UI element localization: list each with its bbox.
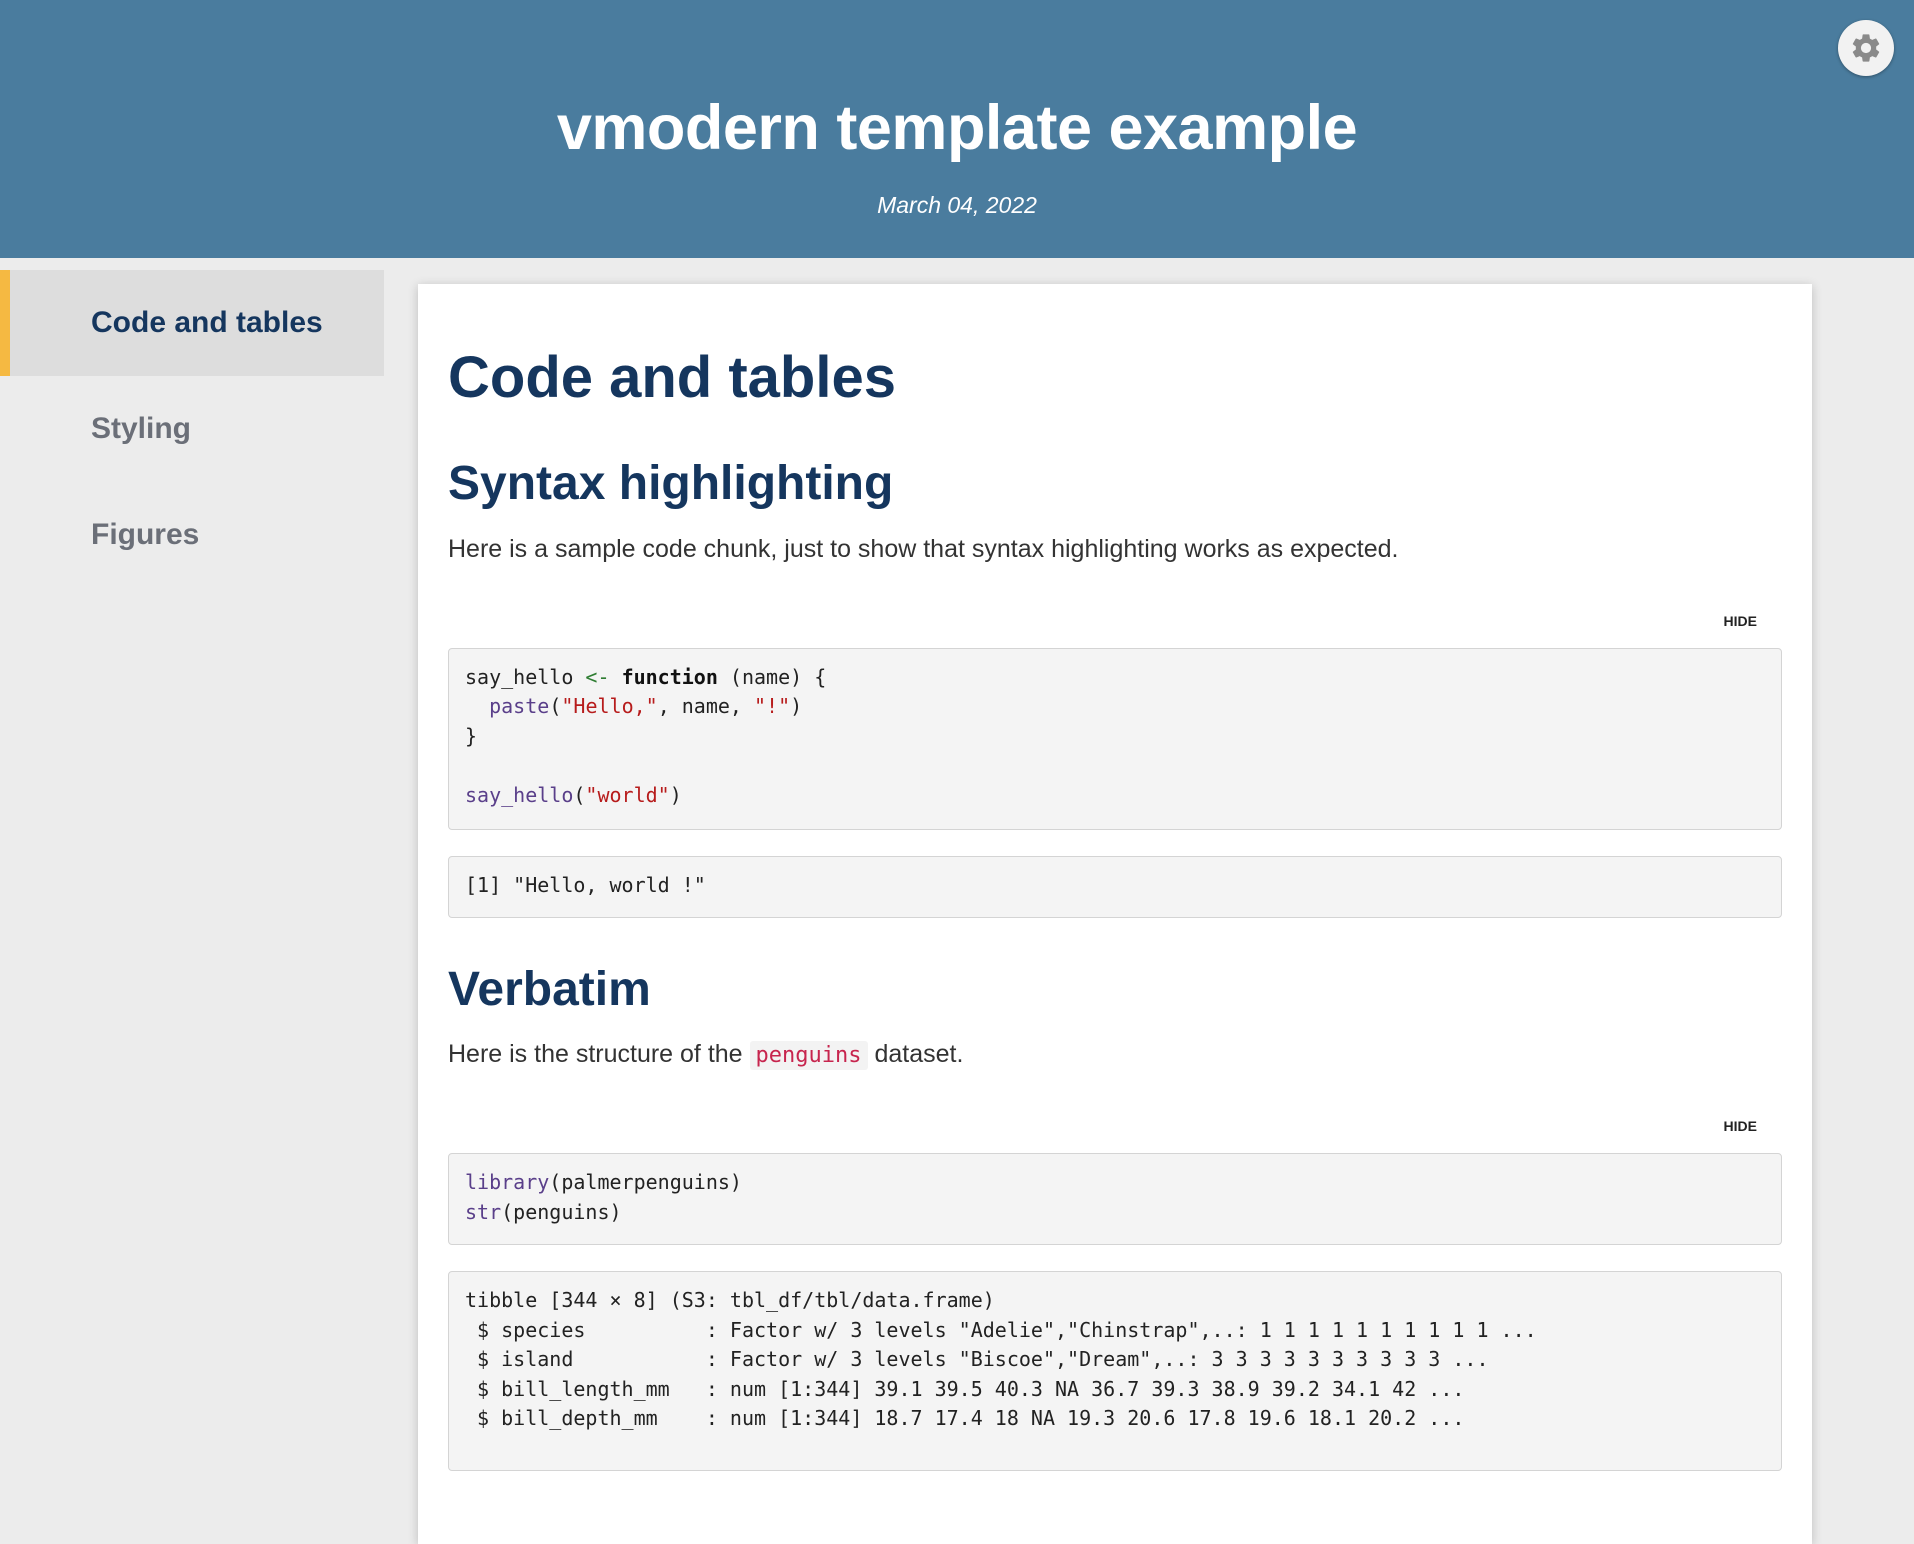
sidebar-item-label: Code and tables <box>91 306 323 339</box>
sidebar-item-label: Styling <box>91 412 192 445</box>
code-block: say_hello <- function (name) { paste("He… <box>448 647 1782 830</box>
output-line: $ bill_depth_mm : num [1:344] 18.7 17.4 … <box>465 1406 1465 1431</box>
site-title: vmodern template example <box>556 93 1358 163</box>
page-title: Code and tables <box>448 345 896 410</box>
code-block: library(palmerpenguins) str(penguins) <box>448 1153 1782 1246</box>
site-date: March 04, 2022 <box>877 192 1037 218</box>
sidebar-item-figures[interactable]: Figures <box>0 482 384 588</box>
section-heading-syntax-highlighting: Syntax highlighting <box>448 456 894 510</box>
code-output: tibble [344 × 8] (S3: tbl_df/tbl/data.fr… <box>448 1271 1782 1472</box>
inline-code: penguins <box>749 1041 868 1071</box>
sidebar-item-code-and-tables[interactable]: Code and tables <box>0 270 384 376</box>
code-output: [1] "Hello, world !" <box>448 855 1782 918</box>
sidebar-item-label: Figures <box>91 518 200 551</box>
hide-code-button[interactable]: HIDE <box>448 1118 1782 1134</box>
site-header: vmodern template example March 04, 2022 <box>0 0 1914 258</box>
output-line: $ species : Factor w/ 3 levels "Adelie",… <box>465 1317 1537 1342</box>
section-paragraph: Here is the structure of the penguins da… <box>448 1040 964 1071</box>
gear-icon <box>1852 34 1880 62</box>
output-line: $ island : Factor w/ 3 levels "Biscoe","… <box>465 1347 1489 1372</box>
settings-button[interactable] <box>1838 20 1894 76</box>
section-paragraph: Here is a sample code chunk, just to sho… <box>448 534 1399 563</box>
main-content: Code and tables Syntax highlighting Here… <box>418 284 1812 1544</box>
sidebar-nav: Code and tables Styling Figures <box>0 270 384 588</box>
sidebar-item-styling[interactable]: Styling <box>0 376 384 482</box>
section-heading-verbatim: Verbatim <box>448 962 651 1016</box>
hide-code-button[interactable]: HIDE <box>448 613 1782 629</box>
output-line: tibble [344 × 8] (S3: tbl_df/tbl/data.fr… <box>465 1288 995 1313</box>
output-line: $ bill_length_mm : num [1:344] 39.1 39.5… <box>465 1376 1465 1401</box>
